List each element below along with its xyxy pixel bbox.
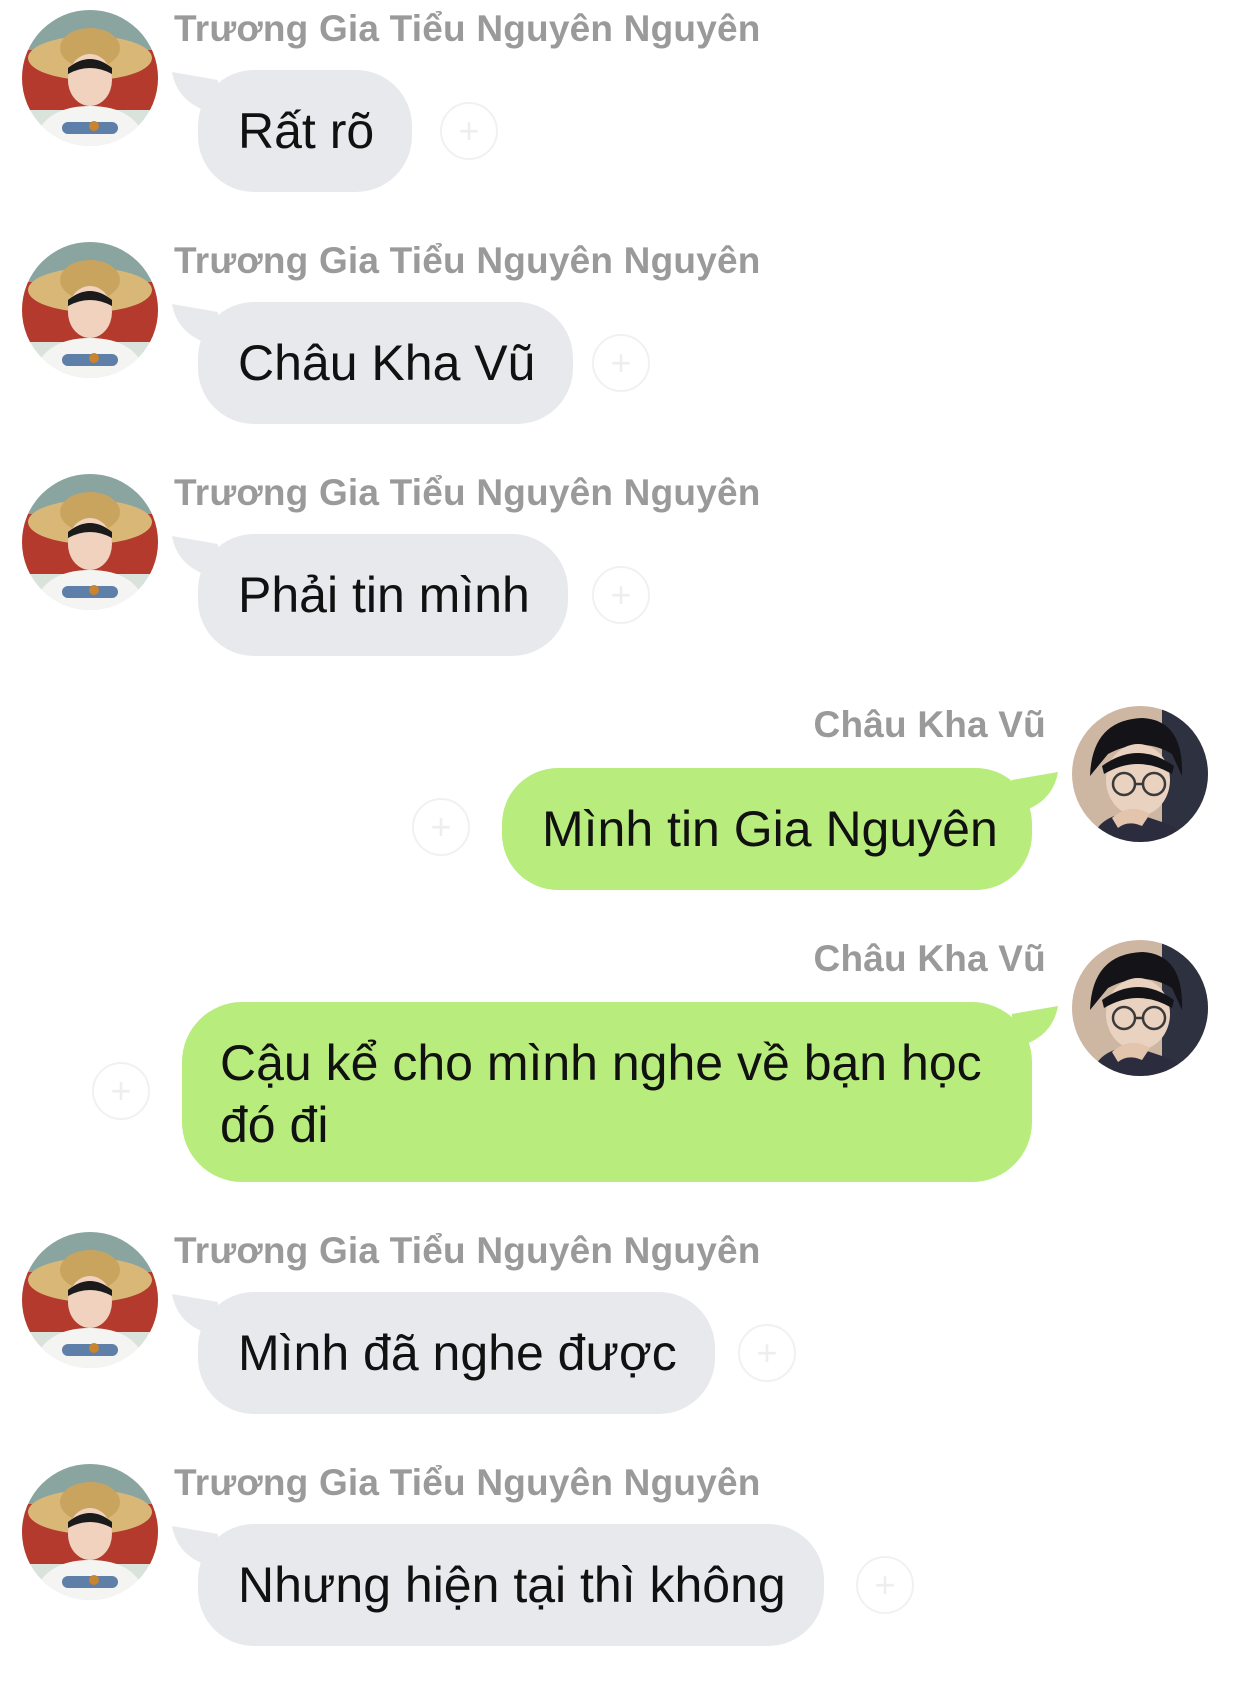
message-bubble[interactable]: Rất rõ: [198, 70, 413, 192]
add-reaction-icon[interactable]: +: [856, 1556, 914, 1614]
sender-name: Trương Gia Tiểu Nguyên Nguyên: [174, 240, 761, 281]
message-bubble[interactable]: Châu Kha Vũ: [198, 302, 574, 424]
sender-name: Châu Kha Vũ: [813, 938, 1046, 979]
add-reaction-icon[interactable]: +: [92, 1062, 150, 1120]
message-bubble[interactable]: Phải tin mình: [198, 534, 568, 656]
sender-name: Trương Gia Tiểu Nguyên Nguyên: [174, 1230, 761, 1271]
sender-name: Trương Gia Tiểu Nguyên Nguyên: [174, 8, 761, 49]
sender-avatar[interactable]: [1072, 940, 1208, 1076]
message-bubble[interactable]: Mình đã nghe được: [198, 1292, 715, 1414]
bubble-tail: [1012, 1006, 1058, 1048]
sender-avatar[interactable]: [22, 1464, 158, 1600]
message-bubble[interactable]: Mình tin Gia Nguyên: [502, 768, 1032, 890]
sender-avatar[interactable]: [22, 474, 158, 610]
add-reaction-icon[interactable]: +: [592, 334, 650, 392]
sender-avatar[interactable]: [22, 1232, 158, 1368]
sender-avatar[interactable]: [1072, 706, 1208, 842]
bubble-tail: [1012, 772, 1058, 814]
sender-name: Châu Kha Vũ: [813, 704, 1046, 745]
sender-avatar[interactable]: [22, 242, 158, 378]
add-reaction-icon[interactable]: +: [440, 102, 498, 160]
sender-name: Trương Gia Tiểu Nguyên Nguyên: [174, 472, 761, 513]
sender-avatar[interactable]: [22, 10, 158, 146]
add-reaction-icon[interactable]: +: [592, 566, 650, 624]
add-reaction-icon[interactable]: +: [412, 798, 470, 856]
message-bubble[interactable]: Cậu kể cho mình nghe về bạn học đó đi: [182, 1002, 1032, 1182]
message-bubble[interactable]: Nhưng hiện tại thì không: [198, 1524, 824, 1646]
add-reaction-icon[interactable]: +: [738, 1324, 796, 1382]
sender-name: Trương Gia Tiểu Nguyên Nguyên: [174, 1462, 761, 1503]
